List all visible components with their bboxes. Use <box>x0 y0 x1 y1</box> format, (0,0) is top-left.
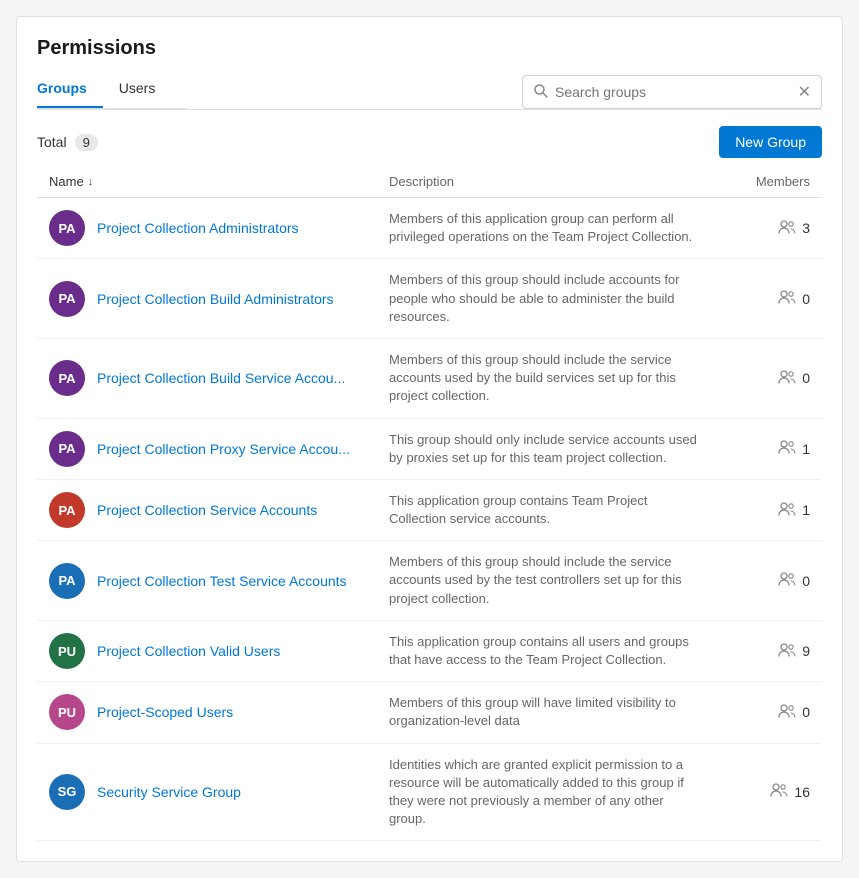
avatar: PA <box>49 210 85 246</box>
avatar: PA <box>49 281 85 317</box>
members-count: 0 <box>802 291 810 307</box>
total-count-badge: 9 <box>75 134 98 151</box>
members-cell[interactable]: 16 <box>720 783 810 800</box>
description-cell: Members of this group will have limited … <box>389 694 720 730</box>
name-cell: PA Project Collection Build Administrato… <box>49 281 389 317</box>
members-icon <box>778 643 796 660</box>
search-input[interactable] <box>555 84 798 100</box>
group-name-link[interactable]: Project Collection Build Service Accou..… <box>97 370 345 386</box>
description-cell: This group should only include service a… <box>389 431 720 467</box>
avatar: PA <box>49 431 85 467</box>
description-cell: Members of this application group can pe… <box>389 210 720 246</box>
description-cell: Members of this group should include the… <box>389 553 720 608</box>
search-icon <box>533 83 549 102</box>
members-icon <box>778 704 796 721</box>
members-icon <box>778 290 796 307</box>
tab-users[interactable]: Users <box>119 72 172 108</box>
members-icon <box>778 502 796 519</box>
members-count: 0 <box>802 573 810 589</box>
name-cell: PA Project Collection Test Service Accou… <box>49 563 389 599</box>
avatar: PA <box>49 492 85 528</box>
table-row: PA Project Collection Proxy Service Acco… <box>37 419 822 480</box>
members-count: 1 <box>802 441 810 457</box>
members-count: 3 <box>802 220 810 236</box>
name-cell: SG Security Service Group <box>49 774 389 810</box>
table-row: PA Project Collection Build Service Acco… <box>37 339 822 419</box>
members-icon <box>770 783 788 800</box>
sort-arrow-icon: ↓ <box>88 176 94 188</box>
table-row: PA Project Collection Test Service Accou… <box>37 541 822 621</box>
group-name-link[interactable]: Project Collection Proxy Service Accou..… <box>97 441 350 457</box>
members-icon <box>778 572 796 589</box>
table-row: PA Project Collection Build Administrato… <box>37 259 822 339</box>
name-cell: PA Project Collection Proxy Service Acco… <box>49 431 389 467</box>
members-icon <box>778 440 796 457</box>
description-cell: Identities which are granted explicit pe… <box>389 756 720 829</box>
column-header-description: Description <box>389 174 720 189</box>
members-icon <box>778 220 796 237</box>
members-count: 0 <box>802 704 810 720</box>
group-name-link[interactable]: Security Service Group <box>97 784 241 800</box>
avatar: PA <box>49 563 85 599</box>
members-count: 9 <box>802 643 810 659</box>
group-name-link[interactable]: Project Collection Valid Users <box>97 643 280 659</box>
avatar: PU <box>49 633 85 669</box>
description-cell: Members of this group should include the… <box>389 351 720 406</box>
table-row: PU Project Collection Valid Users This a… <box>37 621 822 682</box>
name-cell: PA Project Collection Service Accounts <box>49 492 389 528</box>
avatar: SG <box>49 774 85 810</box>
description-cell: This application group contains all user… <box>389 633 720 669</box>
table-header: Name ↓ Description Members <box>37 166 822 198</box>
name-cell: PA Project Collection Build Service Acco… <box>49 360 389 396</box>
description-cell: This application group contains Team Pro… <box>389 492 720 528</box>
members-cell[interactable]: 1 <box>720 502 810 519</box>
members-count: 1 <box>802 502 810 518</box>
search-box[interactable]: ✕ <box>522 75 822 109</box>
tabs-container: Groups Users <box>37 72 187 109</box>
group-name-link[interactable]: Project Collection Build Administrators <box>97 291 334 307</box>
column-header-name[interactable]: Name ↓ <box>49 174 389 189</box>
name-cell: PU Project-Scoped Users <box>49 694 389 730</box>
page-title: Permissions <box>37 37 822 60</box>
table-row: PA Project Collection Administrators Mem… <box>37 198 822 259</box>
members-cell[interactable]: 0 <box>720 572 810 589</box>
table-row: SG Security Service Group Identities whi… <box>37 744 822 842</box>
members-cell[interactable]: 9 <box>720 643 810 660</box>
permissions-page: Permissions Groups Users ✕ Total 9 <box>16 16 843 862</box>
group-name-link[interactable]: Project Collection Service Accounts <box>97 502 317 518</box>
members-icon <box>778 370 796 387</box>
new-group-button[interactable]: New Group <box>719 126 822 158</box>
members-cell[interactable]: 0 <box>720 704 810 721</box>
table-body: PA Project Collection Administrators Mem… <box>37 198 822 841</box>
group-name-link[interactable]: Project Collection Administrators <box>97 220 299 236</box>
group-name-link[interactable]: Project-Scoped Users <box>97 704 233 720</box>
toolbar: Total 9 New Group <box>37 126 822 158</box>
members-count: 16 <box>794 784 810 800</box>
total-count-area: Total 9 <box>37 134 98 151</box>
tab-groups[interactable]: Groups <box>37 72 103 108</box>
name-cell: PU Project Collection Valid Users <box>49 633 389 669</box>
table-row: PU Project-Scoped Users Members of this … <box>37 682 822 743</box>
column-header-members: Members <box>720 174 810 189</box>
avatar: PA <box>49 360 85 396</box>
group-name-link[interactable]: Project Collection Test Service Accounts <box>97 573 347 589</box>
members-count: 0 <box>802 370 810 386</box>
description-cell: Members of this group should include acc… <box>389 271 720 326</box>
table-row: PA Project Collection Service Accounts T… <box>37 480 822 541</box>
members-cell[interactable]: 0 <box>720 370 810 387</box>
members-cell[interactable]: 3 <box>720 220 810 237</box>
members-cell[interactable]: 0 <box>720 290 810 307</box>
name-cell: PA Project Collection Administrators <box>49 210 389 246</box>
clear-search-icon[interactable]: ✕ <box>798 82 811 102</box>
tabs-search-row: Groups Users ✕ <box>37 72 822 110</box>
avatar: PU <box>49 694 85 730</box>
members-cell[interactable]: 1 <box>720 440 810 457</box>
total-label: Total <box>37 134 67 150</box>
